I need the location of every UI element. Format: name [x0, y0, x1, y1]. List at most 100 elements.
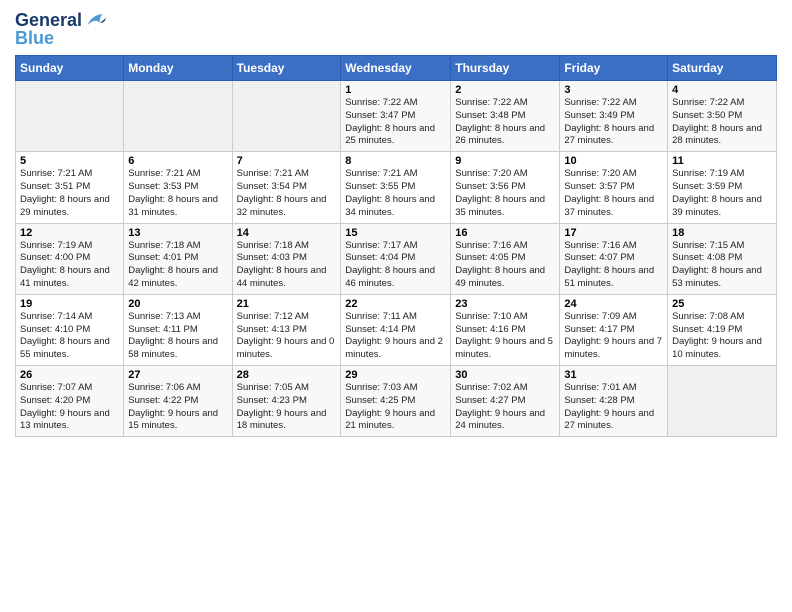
calendar-cell: 13Sunrise: 7:18 AM Sunset: 4:01 PM Dayli… — [124, 223, 232, 294]
day-info: Sunrise: 7:16 AM Sunset: 4:07 PM Dayligh… — [564, 240, 663, 291]
logo-bird-icon — [84, 10, 106, 32]
calendar-cell: 9Sunrise: 7:20 AM Sunset: 3:56 PM Daylig… — [451, 152, 560, 223]
day-number: 2 — [455, 84, 555, 96]
day-number: 17 — [564, 227, 663, 239]
day-info: Sunrise: 7:05 AM Sunset: 4:23 PM Dayligh… — [237, 382, 337, 433]
header: General Blue — [15, 10, 777, 49]
calendar-header-friday: Friday — [560, 56, 668, 81]
calendar-cell: 23Sunrise: 7:10 AM Sunset: 4:16 PM Dayli… — [451, 294, 560, 365]
day-number: 26 — [20, 369, 119, 381]
day-number: 27 — [128, 369, 227, 381]
calendar-header-tuesday: Tuesday — [232, 56, 341, 81]
calendar-cell: 22Sunrise: 7:11 AM Sunset: 4:14 PM Dayli… — [341, 294, 451, 365]
calendar-cell: 8Sunrise: 7:21 AM Sunset: 3:55 PM Daylig… — [341, 152, 451, 223]
day-number: 18 — [672, 227, 772, 239]
day-info: Sunrise: 7:12 AM Sunset: 4:13 PM Dayligh… — [237, 311, 337, 362]
logo: General Blue — [15, 10, 106, 49]
day-info: Sunrise: 7:14 AM Sunset: 4:10 PM Dayligh… — [20, 311, 119, 362]
day-info: Sunrise: 7:20 AM Sunset: 3:57 PM Dayligh… — [564, 168, 663, 219]
day-number: 21 — [237, 298, 337, 310]
day-number: 12 — [20, 227, 119, 239]
day-info: Sunrise: 7:06 AM Sunset: 4:22 PM Dayligh… — [128, 382, 227, 433]
calendar-week-5: 26Sunrise: 7:07 AM Sunset: 4:20 PM Dayli… — [16, 366, 777, 437]
calendar-cell: 25Sunrise: 7:08 AM Sunset: 4:19 PM Dayli… — [668, 294, 777, 365]
calendar-cell: 18Sunrise: 7:15 AM Sunset: 4:08 PM Dayli… — [668, 223, 777, 294]
day-number: 22 — [345, 298, 446, 310]
day-number: 15 — [345, 227, 446, 239]
day-number: 31 — [564, 369, 663, 381]
day-number: 24 — [564, 298, 663, 310]
day-number: 16 — [455, 227, 555, 239]
day-info: Sunrise: 7:02 AM Sunset: 4:27 PM Dayligh… — [455, 382, 555, 433]
calendar-body: 1Sunrise: 7:22 AM Sunset: 3:47 PM Daylig… — [16, 81, 777, 437]
day-info: Sunrise: 7:20 AM Sunset: 3:56 PM Dayligh… — [455, 168, 555, 219]
calendar-cell: 24Sunrise: 7:09 AM Sunset: 4:17 PM Dayli… — [560, 294, 668, 365]
day-number: 14 — [237, 227, 337, 239]
calendar-cell: 1Sunrise: 7:22 AM Sunset: 3:47 PM Daylig… — [341, 81, 451, 152]
day-number: 8 — [345, 155, 446, 167]
calendar-cell: 17Sunrise: 7:16 AM Sunset: 4:07 PM Dayli… — [560, 223, 668, 294]
calendar-week-3: 12Sunrise: 7:19 AM Sunset: 4:00 PM Dayli… — [16, 223, 777, 294]
calendar-cell — [124, 81, 232, 152]
day-number: 10 — [564, 155, 663, 167]
day-info: Sunrise: 7:07 AM Sunset: 4:20 PM Dayligh… — [20, 382, 119, 433]
day-number: 23 — [455, 298, 555, 310]
calendar-week-4: 19Sunrise: 7:14 AM Sunset: 4:10 PM Dayli… — [16, 294, 777, 365]
page: General Blue SundayMondayTuesdayWednesda… — [0, 0, 792, 612]
day-number: 6 — [128, 155, 227, 167]
calendar-cell: 19Sunrise: 7:14 AM Sunset: 4:10 PM Dayli… — [16, 294, 124, 365]
day-number: 19 — [20, 298, 119, 310]
day-number: 20 — [128, 298, 227, 310]
calendar-cell: 28Sunrise: 7:05 AM Sunset: 4:23 PM Dayli… — [232, 366, 341, 437]
day-info: Sunrise: 7:01 AM Sunset: 4:28 PM Dayligh… — [564, 382, 663, 433]
calendar-header-sunday: Sunday — [16, 56, 124, 81]
calendar-cell: 31Sunrise: 7:01 AM Sunset: 4:28 PM Dayli… — [560, 366, 668, 437]
day-info: Sunrise: 7:18 AM Sunset: 4:03 PM Dayligh… — [237, 240, 337, 291]
calendar-header-monday: Monday — [124, 56, 232, 81]
day-info: Sunrise: 7:15 AM Sunset: 4:08 PM Dayligh… — [672, 240, 772, 291]
day-info: Sunrise: 7:13 AM Sunset: 4:11 PM Dayligh… — [128, 311, 227, 362]
day-info: Sunrise: 7:22 AM Sunset: 3:48 PM Dayligh… — [455, 97, 555, 148]
day-number: 30 — [455, 369, 555, 381]
calendar-table: SundayMondayTuesdayWednesdayThursdayFrid… — [15, 55, 777, 437]
day-info: Sunrise: 7:21 AM Sunset: 3:53 PM Dayligh… — [128, 168, 227, 219]
calendar-cell: 29Sunrise: 7:03 AM Sunset: 4:25 PM Dayli… — [341, 366, 451, 437]
day-number: 25 — [672, 298, 772, 310]
day-info: Sunrise: 7:18 AM Sunset: 4:01 PM Dayligh… — [128, 240, 227, 291]
day-number: 9 — [455, 155, 555, 167]
day-info: Sunrise: 7:03 AM Sunset: 4:25 PM Dayligh… — [345, 382, 446, 433]
day-info: Sunrise: 7:10 AM Sunset: 4:16 PM Dayligh… — [455, 311, 555, 362]
day-number: 28 — [237, 369, 337, 381]
day-number: 13 — [128, 227, 227, 239]
calendar-cell: 4Sunrise: 7:22 AM Sunset: 3:50 PM Daylig… — [668, 81, 777, 152]
calendar-cell: 21Sunrise: 7:12 AM Sunset: 4:13 PM Dayli… — [232, 294, 341, 365]
day-info: Sunrise: 7:21 AM Sunset: 3:54 PM Dayligh… — [237, 168, 337, 219]
day-info: Sunrise: 7:22 AM Sunset: 3:47 PM Dayligh… — [345, 97, 446, 148]
day-info: Sunrise: 7:22 AM Sunset: 3:50 PM Dayligh… — [672, 97, 772, 148]
day-number: 4 — [672, 84, 772, 96]
calendar-cell: 5Sunrise: 7:21 AM Sunset: 3:51 PM Daylig… — [16, 152, 124, 223]
calendar-header-row: SundayMondayTuesdayWednesdayThursdayFrid… — [16, 56, 777, 81]
calendar-cell: 20Sunrise: 7:13 AM Sunset: 4:11 PM Dayli… — [124, 294, 232, 365]
calendar-cell: 6Sunrise: 7:21 AM Sunset: 3:53 PM Daylig… — [124, 152, 232, 223]
day-info: Sunrise: 7:08 AM Sunset: 4:19 PM Dayligh… — [672, 311, 772, 362]
day-info: Sunrise: 7:21 AM Sunset: 3:55 PM Dayligh… — [345, 168, 446, 219]
calendar-cell: 26Sunrise: 7:07 AM Sunset: 4:20 PM Dayli… — [16, 366, 124, 437]
calendar-cell — [16, 81, 124, 152]
day-number: 1 — [345, 84, 446, 96]
calendar-cell: 11Sunrise: 7:19 AM Sunset: 3:59 PM Dayli… — [668, 152, 777, 223]
day-info: Sunrise: 7:17 AM Sunset: 4:04 PM Dayligh… — [345, 240, 446, 291]
day-number: 11 — [672, 155, 772, 167]
day-info: Sunrise: 7:22 AM Sunset: 3:49 PM Dayligh… — [564, 97, 663, 148]
calendar-week-2: 5Sunrise: 7:21 AM Sunset: 3:51 PM Daylig… — [16, 152, 777, 223]
calendar-cell: 2Sunrise: 7:22 AM Sunset: 3:48 PM Daylig… — [451, 81, 560, 152]
day-number: 5 — [20, 155, 119, 167]
calendar-cell: 16Sunrise: 7:16 AM Sunset: 4:05 PM Dayli… — [451, 223, 560, 294]
calendar-cell: 10Sunrise: 7:20 AM Sunset: 3:57 PM Dayli… — [560, 152, 668, 223]
day-info: Sunrise: 7:19 AM Sunset: 4:00 PM Dayligh… — [20, 240, 119, 291]
calendar-cell: 7Sunrise: 7:21 AM Sunset: 3:54 PM Daylig… — [232, 152, 341, 223]
calendar-week-1: 1Sunrise: 7:22 AM Sunset: 3:47 PM Daylig… — [16, 81, 777, 152]
calendar-cell — [668, 366, 777, 437]
day-info: Sunrise: 7:19 AM Sunset: 3:59 PM Dayligh… — [672, 168, 772, 219]
day-number: 3 — [564, 84, 663, 96]
